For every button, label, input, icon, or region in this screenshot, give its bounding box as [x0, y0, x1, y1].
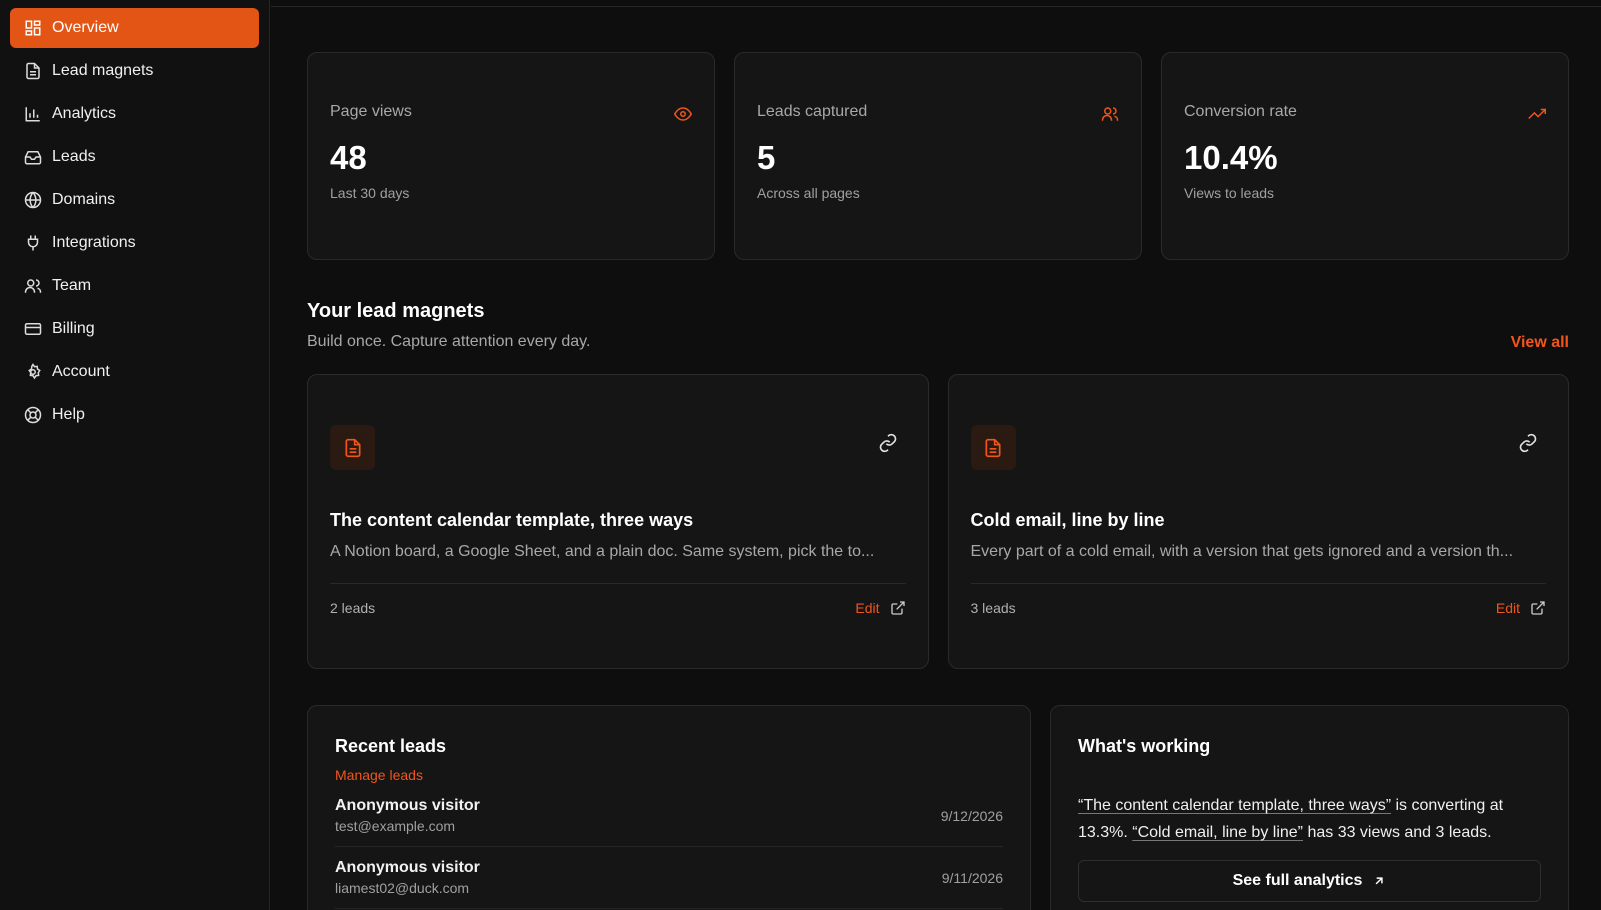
insight-text: has 33 views and 3 leads. [1303, 824, 1492, 841]
lead-count: 2 leads [330, 599, 376, 616]
sidebar-item-overview[interactable]: Overview [10, 8, 259, 48]
eye-icon [674, 107, 692, 121]
lead-magnet-footer: 3 leads Edit [970, 583, 1546, 631]
lead-count: 3 leads [970, 599, 1016, 616]
link-icon[interactable] [1518, 433, 1538, 453]
credit-card-icon [24, 320, 42, 338]
lead-magnet-card[interactable]: Cold email, line by line Every part of a… [947, 374, 1569, 669]
bottom-row: Recent leads Manage leads Anonymous visi… [307, 705, 1569, 910]
stat-value: 5 [757, 139, 776, 176]
whats-working-title: What's working [1078, 736, 1211, 756]
sidebar-item-label: Billing [52, 320, 95, 337]
lead-magnet-footer: 2 leads Edit [330, 583, 906, 631]
document-icon [24, 62, 42, 80]
sidebar-item-label: Overview [52, 19, 119, 36]
lead-row[interactable]: Anonymous visitor liamest02@duck.com 9/1… [335, 847, 1003, 909]
edit-button[interactable]: Edit [855, 600, 879, 616]
recent-leads-title: Recent leads [335, 736, 447, 756]
lead-email: liamest02@duck.com [335, 880, 470, 896]
document-badge [330, 425, 375, 470]
sidebar-item-label: Integrations [52, 234, 136, 251]
lead-magnet-description: A Notion board, a Google Sheet, and a pl… [330, 543, 875, 560]
sidebar-item-label: Analytics [52, 105, 117, 122]
lead-name: Anonymous visitor [335, 797, 480, 814]
gear-icon [24, 363, 42, 381]
lead-magnet-title[interactable]: The content calendar template, three way… [330, 510, 906, 531]
bar-chart-icon [24, 105, 42, 123]
stat-subtitle: Across all pages [757, 185, 860, 201]
sidebar-item-leads[interactable]: Leads [10, 137, 259, 177]
stat-label: Leads captured [757, 103, 868, 120]
sidebar-item-label: Help [52, 406, 85, 423]
stat-subtitle: Last 30 days [330, 185, 410, 201]
stat-label: Conversion rate [1184, 103, 1297, 120]
sidebar-item-domains[interactable]: Domains [10, 180, 259, 220]
sidebar-item-label: Account [52, 363, 110, 380]
sidebar-item-label: Team [52, 277, 92, 294]
sidebar-item-analytics[interactable]: Analytics [10, 94, 259, 134]
lead-magnet-card[interactable]: The content calendar template, three way… [307, 374, 929, 669]
stat-card-leads-captured: Leads captured 5 Across all pages [734, 52, 1142, 260]
users-icon [1101, 107, 1119, 121]
lead-name: Anonymous visitor [335, 859, 480, 876]
magnet-link[interactable]: “The content calendar template, three wa… [1078, 797, 1391, 814]
lead-date: 9/12/2026 [940, 807, 1003, 824]
lead-email: test@example.com [335, 818, 456, 834]
view-all-link[interactable]: View all [1511, 334, 1569, 352]
sidebar-item-help[interactable]: Help [10, 395, 259, 435]
sidebar-item-integrations[interactable]: Integrations [10, 223, 259, 263]
section-subtitle: Build once. Capture attention every day. [307, 333, 591, 350]
magnet-link[interactable]: “Cold email, line by line” [1132, 824, 1303, 841]
sidebar-item-label: Domains [52, 191, 116, 208]
document-badge [970, 425, 1016, 470]
whats-working-text: “The content calendar template, three wa… [1078, 792, 1541, 846]
lead-magnet-title[interactable]: Cold email, line by line [971, 510, 1547, 531]
whats-working-card: What's working “The content calendar tem… [1050, 705, 1569, 910]
lead-magnet-description: Every part of a cold email, with a versi… [970, 543, 1514, 560]
edit-button[interactable]: Edit [1496, 600, 1520, 616]
stat-value: 48 [330, 139, 367, 176]
globe-icon [24, 191, 42, 209]
top-bar [271, 0, 1601, 7]
inbox-icon [24, 148, 42, 166]
sidebar-item-label: Lead magnets [52, 62, 154, 79]
sidebar-item-lead-magnets[interactable]: Lead magnets [10, 51, 259, 91]
main-content: Page views 48 Last 30 days Leads capture… [271, 0, 1601, 910]
lead-date: 9/11/2026 [941, 869, 1003, 886]
stat-label: Page views [330, 103, 412, 120]
lifebuoy-icon [24, 406, 42, 424]
recent-leads-card: Recent leads Manage leads Anonymous visi… [307, 705, 1031, 910]
plug-icon [24, 234, 42, 252]
sidebar: Overview Lead magnets Analytics Leads Do… [0, 0, 270, 910]
document-icon [985, 438, 1001, 457]
see-full-analytics-button[interactable]: See full analytics [1078, 860, 1541, 902]
stat-subtitle: Views to leads [1184, 185, 1275, 201]
sidebar-item-team[interactable]: Team [10, 266, 259, 306]
trending-up-icon [1528, 108, 1546, 120]
external-link-icon[interactable] [1530, 600, 1546, 616]
manage-leads-link[interactable]: Manage leads [335, 767, 423, 783]
stats-row: Page views 48 Last 30 days Leads capture… [307, 52, 1569, 260]
lead-magnets-header: Your lead magnets Build once. Capture at… [307, 300, 1569, 351]
stat-card-page-views: Page views 48 Last 30 days [307, 52, 715, 260]
arrow-up-right-icon [1375, 877, 1384, 885]
lead-row[interactable]: Anonymous visitor test@example.com 9/12/… [335, 785, 1003, 847]
sidebar-item-billing[interactable]: Billing [10, 309, 259, 349]
edit-actions: Edit [1496, 600, 1546, 616]
stat-card-conversion-rate: Conversion rate 10.4% Views to leads [1161, 52, 1569, 260]
stat-value: 10.4% [1184, 139, 1278, 176]
sidebar-item-label: Leads [52, 148, 96, 165]
lead-magnets-grid: The content calendar template, three way… [307, 374, 1569, 669]
link-icon[interactable] [878, 433, 898, 453]
edit-actions: Edit [855, 600, 905, 616]
external-link-icon[interactable] [890, 600, 906, 616]
button-label: See full analytics [1232, 872, 1363, 889]
section-title: Your lead magnets [307, 300, 485, 322]
sidebar-item-account[interactable]: Account [10, 352, 259, 392]
users-icon [24, 277, 42, 295]
grid-icon [24, 19, 42, 37]
document-icon [345, 438, 360, 457]
